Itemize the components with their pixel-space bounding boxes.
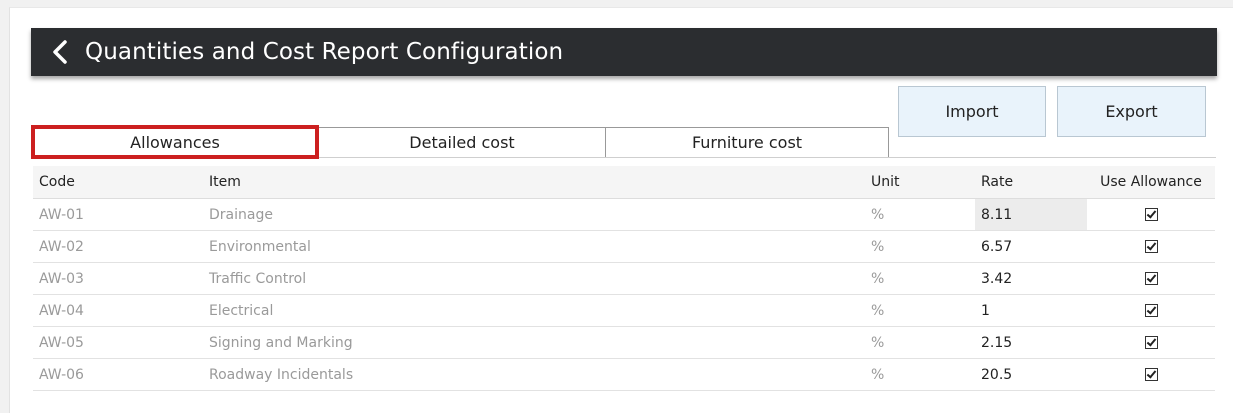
- page-title: Quantities and Cost Report Configuration: [85, 39, 564, 65]
- cell-item: Drainage: [203, 198, 865, 231]
- table-row: AW-02 Environmental % 6.57: [33, 230, 1215, 263]
- checkbox-checked-icon[interactable]: [1144, 272, 1158, 285]
- cell-code: AW-06: [33, 358, 203, 391]
- cell-unit: %: [865, 230, 975, 263]
- cell-code: AW-03: [33, 262, 203, 295]
- chevron-left-icon: [53, 40, 67, 64]
- checkbox-checked-icon[interactable]: [1144, 368, 1158, 381]
- column-header-item[interactable]: Item: [203, 166, 865, 199]
- cell-use-allowance: [1087, 230, 1215, 263]
- cell-code: AW-01: [33, 198, 203, 231]
- tab-allowances[interactable]: Allowances: [31, 125, 319, 159]
- checkbox-checked-icon[interactable]: [1144, 304, 1158, 317]
- cell-use-allowance: [1087, 358, 1215, 391]
- table-row: AW-05 Signing and Marking % 2.15: [33, 326, 1215, 359]
- cell-unit: %: [865, 358, 975, 391]
- cell-rate[interactable]: 20.5: [975, 358, 1087, 391]
- cell-code: AW-04: [33, 294, 203, 327]
- column-header-unit[interactable]: Unit: [865, 166, 975, 199]
- cell-code: AW-05: [33, 326, 203, 359]
- cell-rate[interactable]: 6.57: [975, 230, 1087, 263]
- cell-unit: %: [865, 198, 975, 231]
- tab-furniture-cost[interactable]: Furniture cost: [605, 127, 889, 158]
- cell-item: Roadway Incidentals: [203, 358, 865, 391]
- cell-item: Electrical: [203, 294, 865, 327]
- cell-use-allowance: [1087, 198, 1215, 231]
- cell-use-allowance: [1087, 294, 1215, 327]
- checkbox-checked-icon[interactable]: [1144, 336, 1158, 349]
- cell-unit: %: [865, 294, 975, 327]
- cell-unit: %: [865, 326, 975, 359]
- column-header-rate[interactable]: Rate: [975, 166, 1087, 199]
- column-header-use-allowance[interactable]: Use Allowance: [1087, 166, 1215, 199]
- table-header-row: Code Item Unit Rate Use Allowance: [33, 166, 1215, 199]
- cell-item: Environmental: [203, 230, 865, 263]
- cell-code: AW-02: [33, 230, 203, 263]
- cell-use-allowance: [1087, 262, 1215, 295]
- column-header-code[interactable]: Code: [33, 166, 203, 199]
- table-row: AW-06 Roadway Incidentals % 20.5: [33, 358, 1215, 391]
- allowances-table: Code Item Unit Rate Use Allowance AW-01 …: [33, 166, 1215, 391]
- cell-rate[interactable]: 1: [975, 294, 1087, 327]
- cell-unit: %: [865, 262, 975, 295]
- back-button[interactable]: [49, 40, 71, 64]
- table-row: AW-01 Drainage % 8.11: [33, 198, 1215, 231]
- table-row: AW-04 Electrical % 1: [33, 294, 1215, 327]
- export-button[interactable]: Export: [1057, 86, 1206, 137]
- cell-use-allowance: [1087, 326, 1215, 359]
- cell-rate[interactable]: 2.15: [975, 326, 1087, 359]
- cell-rate[interactable]: 8.11: [975, 198, 1087, 231]
- tab-detailed-cost[interactable]: Detailed cost: [318, 127, 606, 158]
- cell-item: Signing and Marking: [203, 326, 865, 359]
- page-header: Quantities and Cost Report Configuration: [31, 28, 1217, 76]
- import-button[interactable]: Import: [898, 86, 1046, 137]
- cell-rate[interactable]: 3.42: [975, 262, 1087, 295]
- cell-item: Traffic Control: [203, 262, 865, 295]
- checkbox-checked-icon[interactable]: [1144, 208, 1158, 221]
- table-row: AW-03 Traffic Control % 3.42: [33, 262, 1215, 295]
- checkbox-checked-icon[interactable]: [1144, 240, 1158, 253]
